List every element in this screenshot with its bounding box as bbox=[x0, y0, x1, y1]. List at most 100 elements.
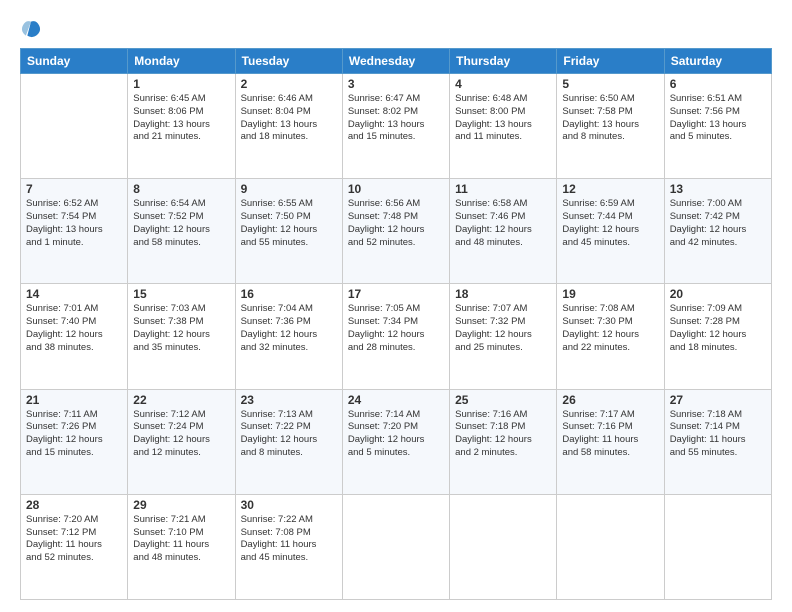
calendar-cell: 13Sunrise: 7:00 AM Sunset: 7:42 PM Dayli… bbox=[664, 179, 771, 284]
weekday-header: Tuesday bbox=[235, 49, 342, 74]
day-number: 1 bbox=[133, 77, 229, 91]
weekday-header: Monday bbox=[128, 49, 235, 74]
calendar-cell: 12 Sunrise: 6:59 AM Sunset: 7:44 PM Dayli… bbox=[557, 179, 664, 284]
day-number: 15 bbox=[133, 287, 229, 301]
day-info: Sunrise: 6:48 AM Sunset: 8:00 PM Dayligh… bbox=[455, 93, 551, 144]
day-number: 21 bbox=[26, 393, 122, 407]
calendar-cell: 17 Sunrise: 7:05 AM Sunset: 7:34 PM Dayli… bbox=[342, 284, 449, 389]
calendar-cell: 29 Sunrise: 7:21 AM Sunset: 7:10 PM Dayli… bbox=[128, 494, 235, 599]
day-info: Sunrise: 7:17 AM Sunset: 7:16 PM Dayligh… bbox=[562, 409, 658, 460]
day-number: 3 bbox=[348, 77, 444, 91]
calendar-week-row: 7 Sunrise: 6:52 AM Sunset: 7:54 PM Daylig… bbox=[21, 179, 772, 284]
day-info: Sunrise: 7:07 AM Sunset: 7:32 PM Dayligh… bbox=[455, 303, 551, 354]
day-number: 12 bbox=[562, 182, 658, 196]
day-number: 17 bbox=[348, 287, 444, 301]
calendar-cell: 4 Sunrise: 6:48 AM Sunset: 8:00 PM Daylig… bbox=[450, 74, 557, 179]
day-info: Sunrise: 7:05 AM Sunset: 7:34 PM Dayligh… bbox=[348, 303, 444, 354]
day-number: 27 bbox=[670, 393, 766, 407]
day-number: 20 bbox=[670, 287, 766, 301]
day-info: Sunrise: 6:46 AM Sunset: 8:04 PM Dayligh… bbox=[241, 93, 337, 144]
day-number: 10 bbox=[348, 182, 444, 196]
calendar-cell: 7 Sunrise: 6:52 AM Sunset: 7:54 PM Daylig… bbox=[21, 179, 128, 284]
day-info: Sunrise: 7:03 AM Sunset: 7:38 PM Dayligh… bbox=[133, 303, 229, 354]
calendar-week-row: 21 Sunrise: 7:11 AM Sunset: 7:26 PM Dayli… bbox=[21, 389, 772, 494]
day-info: Sunrise: 6:50 AM Sunset: 7:58 PM Dayligh… bbox=[562, 93, 658, 144]
calendar-cell: 28 Sunrise: 7:20 AM Sunset: 7:12 PM Dayli… bbox=[21, 494, 128, 599]
day-info: Sunrise: 7:04 AM Sunset: 7:36 PM Dayligh… bbox=[241, 303, 337, 354]
day-info: Sunrise: 7:08 AM Sunset: 7:30 PM Dayligh… bbox=[562, 303, 658, 354]
calendar-cell: 2Sunrise: 6:46 AM Sunset: 8:04 PM Daylig… bbox=[235, 74, 342, 179]
day-info: Sunrise: 7:18 AM Sunset: 7:14 PM Dayligh… bbox=[670, 409, 766, 460]
day-number: 4 bbox=[455, 77, 551, 91]
calendar-cell: 11Sunrise: 6:58 AM Sunset: 7:46 PM Dayli… bbox=[450, 179, 557, 284]
day-info: Sunrise: 7:16 AM Sunset: 7:18 PM Dayligh… bbox=[455, 409, 551, 460]
calendar-body: 1 Sunrise: 6:45 AM Sunset: 8:06 PM Daylig… bbox=[21, 74, 772, 600]
day-info: Sunrise: 7:21 AM Sunset: 7:10 PM Dayligh… bbox=[133, 514, 229, 565]
calendar-table: SundayMondayTuesdayWednesdayThursdayFrid… bbox=[20, 48, 772, 600]
day-number: 5 bbox=[562, 77, 658, 91]
page: SundayMondayTuesdayWednesdayThursdayFrid… bbox=[0, 0, 792, 612]
weekday-header: Wednesday bbox=[342, 49, 449, 74]
calendar-cell: 9 Sunrise: 6:55 AM Sunset: 7:50 PM Daylig… bbox=[235, 179, 342, 284]
calendar-cell: 1 Sunrise: 6:45 AM Sunset: 8:06 PM Daylig… bbox=[128, 74, 235, 179]
calendar-cell: 24 Sunrise: 7:14 AM Sunset: 7:20 PM Dayli… bbox=[342, 389, 449, 494]
calendar-cell: 26 Sunrise: 7:17 AM Sunset: 7:16 PM Dayli… bbox=[557, 389, 664, 494]
day-info: Sunrise: 6:47 AM Sunset: 8:02 PM Dayligh… bbox=[348, 93, 444, 144]
day-number: 24 bbox=[348, 393, 444, 407]
day-number: 8 bbox=[133, 182, 229, 196]
calendar-cell: 6 Sunrise: 6:51 AM Sunset: 7:56 PM Daylig… bbox=[664, 74, 771, 179]
calendar-cell: 18 Sunrise: 7:07 AM Sunset: 7:32 PM Dayli… bbox=[450, 284, 557, 389]
calendar-cell bbox=[557, 494, 664, 599]
day-number: 28 bbox=[26, 498, 122, 512]
logo-icon bbox=[20, 18, 42, 40]
day-info: Sunrise: 7:12 AM Sunset: 7:24 PM Dayligh… bbox=[133, 409, 229, 460]
day-number: 29 bbox=[133, 498, 229, 512]
calendar-cell bbox=[21, 74, 128, 179]
day-info: Sunrise: 6:51 AM Sunset: 7:56 PM Dayligh… bbox=[670, 93, 766, 144]
calendar-cell: 8 Sunrise: 6:54 AM Sunset: 7:52 PM Daylig… bbox=[128, 179, 235, 284]
header bbox=[20, 18, 772, 40]
calendar-cell bbox=[342, 494, 449, 599]
day-number: 25 bbox=[455, 393, 551, 407]
calendar-cell: 25 Sunrise: 7:16 AM Sunset: 7:18 PM Dayli… bbox=[450, 389, 557, 494]
day-info: Sunrise: 7:01 AM Sunset: 7:40 PM Dayligh… bbox=[26, 303, 122, 354]
calendar-cell: 10Sunrise: 6:56 AM Sunset: 7:48 PM Dayli… bbox=[342, 179, 449, 284]
day-number: 18 bbox=[455, 287, 551, 301]
weekday-row: SundayMondayTuesdayWednesdayThursdayFrid… bbox=[21, 49, 772, 74]
day-info: Sunrise: 7:13 AM Sunset: 7:22 PM Dayligh… bbox=[241, 409, 337, 460]
calendar-cell: 23Sunrise: 7:13 AM Sunset: 7:22 PM Dayli… bbox=[235, 389, 342, 494]
day-number: 9 bbox=[241, 182, 337, 196]
day-info: Sunrise: 6:58 AM Sunset: 7:46 PM Dayligh… bbox=[455, 198, 551, 249]
weekday-header: Friday bbox=[557, 49, 664, 74]
day-info: Sunrise: 6:59 AM Sunset: 7:44 PM Dayligh… bbox=[562, 198, 658, 249]
day-number: 7 bbox=[26, 182, 122, 196]
day-info: Sunrise: 7:00 AM Sunset: 7:42 PM Dayligh… bbox=[670, 198, 766, 249]
calendar-cell: 22 Sunrise: 7:12 AM Sunset: 7:24 PM Dayli… bbox=[128, 389, 235, 494]
day-info: Sunrise: 6:55 AM Sunset: 7:50 PM Dayligh… bbox=[241, 198, 337, 249]
weekday-header: Saturday bbox=[664, 49, 771, 74]
calendar-cell: 16 Sunrise: 7:04 AM Sunset: 7:36 PM Dayli… bbox=[235, 284, 342, 389]
weekday-header: Sunday bbox=[21, 49, 128, 74]
calendar-cell bbox=[450, 494, 557, 599]
day-number: 6 bbox=[670, 77, 766, 91]
calendar-cell: 3 Sunrise: 6:47 AM Sunset: 8:02 PM Daylig… bbox=[342, 74, 449, 179]
calendar-cell: 21 Sunrise: 7:11 AM Sunset: 7:26 PM Dayli… bbox=[21, 389, 128, 494]
day-info: Sunrise: 6:52 AM Sunset: 7:54 PM Dayligh… bbox=[26, 198, 122, 249]
day-number: 14 bbox=[26, 287, 122, 301]
day-info: Sunrise: 7:14 AM Sunset: 7:20 PM Dayligh… bbox=[348, 409, 444, 460]
day-info: Sunrise: 7:20 AM Sunset: 7:12 PM Dayligh… bbox=[26, 514, 122, 565]
day-info: Sunrise: 6:54 AM Sunset: 7:52 PM Dayligh… bbox=[133, 198, 229, 249]
day-info: Sunrise: 7:11 AM Sunset: 7:26 PM Dayligh… bbox=[26, 409, 122, 460]
calendar-cell: 20Sunrise: 7:09 AM Sunset: 7:28 PM Dayli… bbox=[664, 284, 771, 389]
day-number: 30 bbox=[241, 498, 337, 512]
day-number: 26 bbox=[562, 393, 658, 407]
logo bbox=[20, 18, 46, 40]
day-info: Sunrise: 6:45 AM Sunset: 8:06 PM Dayligh… bbox=[133, 93, 229, 144]
calendar-cell: 19Sunrise: 7:08 AM Sunset: 7:30 PM Dayli… bbox=[557, 284, 664, 389]
calendar-week-row: 28 Sunrise: 7:20 AM Sunset: 7:12 PM Dayli… bbox=[21, 494, 772, 599]
day-number: 16 bbox=[241, 287, 337, 301]
calendar-cell: 15 Sunrise: 7:03 AM Sunset: 7:38 PM Dayli… bbox=[128, 284, 235, 389]
day-number: 22 bbox=[133, 393, 229, 407]
calendar-header: SundayMondayTuesdayWednesdayThursdayFrid… bbox=[21, 49, 772, 74]
calendar-cell: 30Sunrise: 7:22 AM Sunset: 7:08 PM Dayli… bbox=[235, 494, 342, 599]
